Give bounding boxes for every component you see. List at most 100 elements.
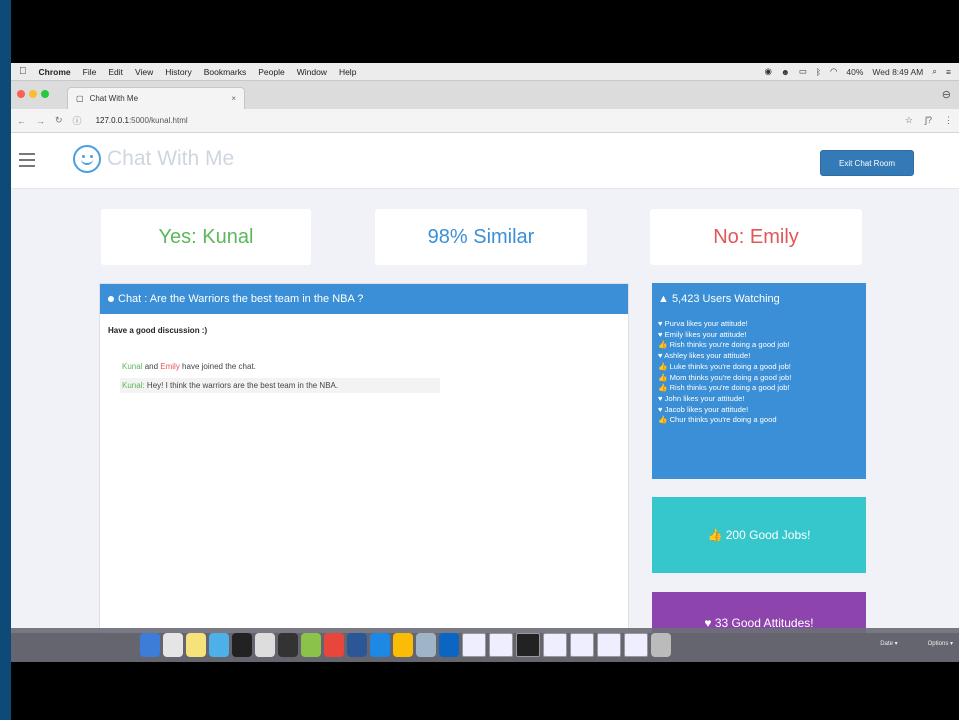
tab-close-icon[interactable]: × [231, 94, 236, 103]
word-icon[interactable] [347, 633, 367, 657]
window-thumbnail[interactable] [570, 633, 594, 657]
brand[interactable]: Chat With Me [73, 145, 234, 173]
window-thumbnail[interactable] [516, 633, 540, 657]
preview-icon[interactable] [416, 633, 436, 657]
url-field[interactable]: 127.0.0.1:5000/kunal.html [96, 116, 188, 125]
no-card: No: Emily [650, 209, 862, 265]
watchers-panel: ▲ 5,423 Users Watching ♥ Purva likes you… [652, 283, 866, 479]
menu-window[interactable]: Window [297, 67, 327, 77]
mac-dock: Date ▾ Options ▾ [11, 628, 959, 662]
airplay-icon[interactable]: ▭ [799, 66, 807, 77]
record-icon[interactable]: ◉ [764, 66, 771, 77]
smiley-logo-icon [73, 145, 101, 173]
document-thumbnail[interactable] [462, 633, 486, 657]
url-host: 127.0.0.1 [95, 116, 129, 125]
document-thumbnail[interactable] [489, 633, 513, 657]
date-dropdown[interactable]: Date ▾ [880, 640, 897, 647]
feed-item: ♥ Emily likes your attitude! [658, 329, 747, 339]
browser-tab-bar: ▢ Chat With Me × ⊖ [11, 81, 959, 109]
screen:  Chrome File Edit View History Bookmark… [11, 0, 959, 720]
zoom-window-icon[interactable] [41, 90, 49, 98]
user-icon[interactable]: ☻ [781, 67, 790, 77]
bluetooth-icon[interactable]: ᛒ [816, 67, 821, 77]
folder-icon[interactable] [301, 633, 321, 657]
browser-tab[interactable]: ▢ Chat With Me × [67, 87, 245, 109]
battery-level[interactable]: 40% [846, 67, 863, 77]
terminal-icon[interactable] [232, 633, 252, 657]
back-icon[interactable]: ← [17, 116, 26, 126]
watchers-count: ▲ 5,423 Users Watching [658, 293, 780, 305]
close-window-icon[interactable] [17, 90, 25, 98]
message-author: Kunal: [122, 381, 145, 390]
console-icon[interactable] [278, 633, 298, 657]
exit-chat-room-button[interactable]: Exit Chat Room [820, 150, 914, 176]
system-message: Kunal and Emily have joined the chat. [120, 359, 440, 374]
notification-center-icon[interactable]: ≡ [946, 67, 951, 77]
trash-icon[interactable] [651, 633, 671, 657]
chat-intro: Have a good discussion :) [108, 326, 208, 335]
feed-item: ♥ Ashley likes your attitude! [658, 351, 751, 361]
chat-topic: Chat : Are the Warriors the best team in… [118, 293, 364, 305]
participant-name: Kunal [122, 362, 143, 371]
menu-view[interactable]: View [135, 67, 153, 77]
menu-history[interactable]: History [165, 67, 191, 77]
address-bar-actions: ☆ ʃ? ⋮ [905, 115, 953, 126]
system-message-text: have joined the chat. [179, 362, 256, 371]
url-path: :5000/kunal.html [128, 116, 188, 125]
hamburger-menu-icon[interactable] [19, 153, 35, 167]
menu-file[interactable]: File [83, 67, 97, 77]
more-menu-icon[interactable]: ⋮ [944, 115, 953, 126]
chat-header: Chat : Are the Warriors the best team in… [100, 284, 628, 314]
preferences-icon[interactable] [255, 633, 275, 657]
feed-item: ♥ Purva likes your attitude! [658, 319, 748, 328]
feed-item: 👍 Luke thinks you're doing a good job! [658, 361, 791, 371]
window-thumbnail[interactable] [543, 633, 567, 657]
dock-shelf [136, 628, 856, 662]
calendar-icon[interactable] [163, 633, 183, 657]
options-dropdown[interactable]: Options ▾ [928, 640, 953, 647]
bookmark-star-icon[interactable]: ☆ [905, 115, 913, 126]
feed-item: 👍 Chur thinks you're doing a good [658, 415, 777, 425]
address-bar: ← → ↻ ⓘ 127.0.0.1:5000/kunal.html ☆ ʃ? ⋮ [11, 109, 959, 133]
app-icon[interactable] [370, 633, 390, 657]
message-text: Hey! I think the warriors are the best t… [144, 381, 339, 390]
finder-icon[interactable] [140, 633, 160, 657]
similarity-card: 98% Similar [375, 209, 587, 265]
extension-icon[interactable]: ʃ? [925, 115, 932, 126]
conjunction: and [142, 362, 161, 371]
safari-icon[interactable] [209, 633, 229, 657]
menu-bookmarks[interactable]: Bookmarks [204, 67, 247, 77]
minimize-window-icon[interactable] [29, 90, 37, 98]
menu-people[interactable]: People [258, 67, 284, 77]
quicktime-icon[interactable] [439, 633, 459, 657]
mac-menu-bar:  Chrome File Edit View History Bookmark… [11, 63, 959, 81]
participant-name: Emily [160, 362, 180, 371]
feed-item: ♥ John likes your attitude! [658, 393, 745, 403]
page-icon: ▢ [76, 94, 84, 103]
spotlight-icon[interactable]: ⌕ [932, 66, 937, 77]
chat-panel: Chat : Are the Warriors the best team in… [99, 283, 629, 633]
clock[interactable]: Wed 8:49 AM [872, 67, 923, 77]
chrome-icon[interactable] [324, 633, 344, 657]
menu-chrome[interactable]: Chrome [39, 67, 71, 77]
menubar-status: ◉ ☻ ▭ ᛒ ◠ 40% Wed 8:49 AM ⌕ ≡ [764, 66, 951, 77]
yes-card: Yes: Kunal [101, 209, 311, 265]
feed-item: ♥ Jacob likes your attitude! [658, 404, 749, 414]
chat-message: Kunal: Hey! I think the warriors are the… [120, 378, 440, 393]
chat-bubble-icon [108, 296, 114, 302]
menu-edit[interactable]: Edit [108, 67, 123, 77]
wifi-icon[interactable]: ◠ [830, 66, 837, 77]
menu-help[interactable]: Help [339, 67, 356, 77]
reload-icon[interactable]: ↻ [55, 115, 63, 126]
app-navbar: Chat With Me Exit Chat Room [11, 133, 959, 189]
window-thumbnail[interactable] [597, 633, 621, 657]
chrome-canary-icon[interactable] [393, 633, 413, 657]
apple-icon[interactable]:  [19, 66, 27, 77]
profile-icon[interactable]: ⊖ [942, 88, 951, 101]
forward-icon[interactable]: → [36, 116, 45, 126]
feed-item: 👍 Rish thinks you're doing a good job! [658, 383, 790, 393]
feed-item: 👍 Rish thinks you're doing a good job! [658, 340, 790, 350]
notes-icon[interactable] [186, 633, 206, 657]
window-thumbnail[interactable] [624, 633, 648, 657]
info-icon: ⓘ [72, 116, 82, 126]
